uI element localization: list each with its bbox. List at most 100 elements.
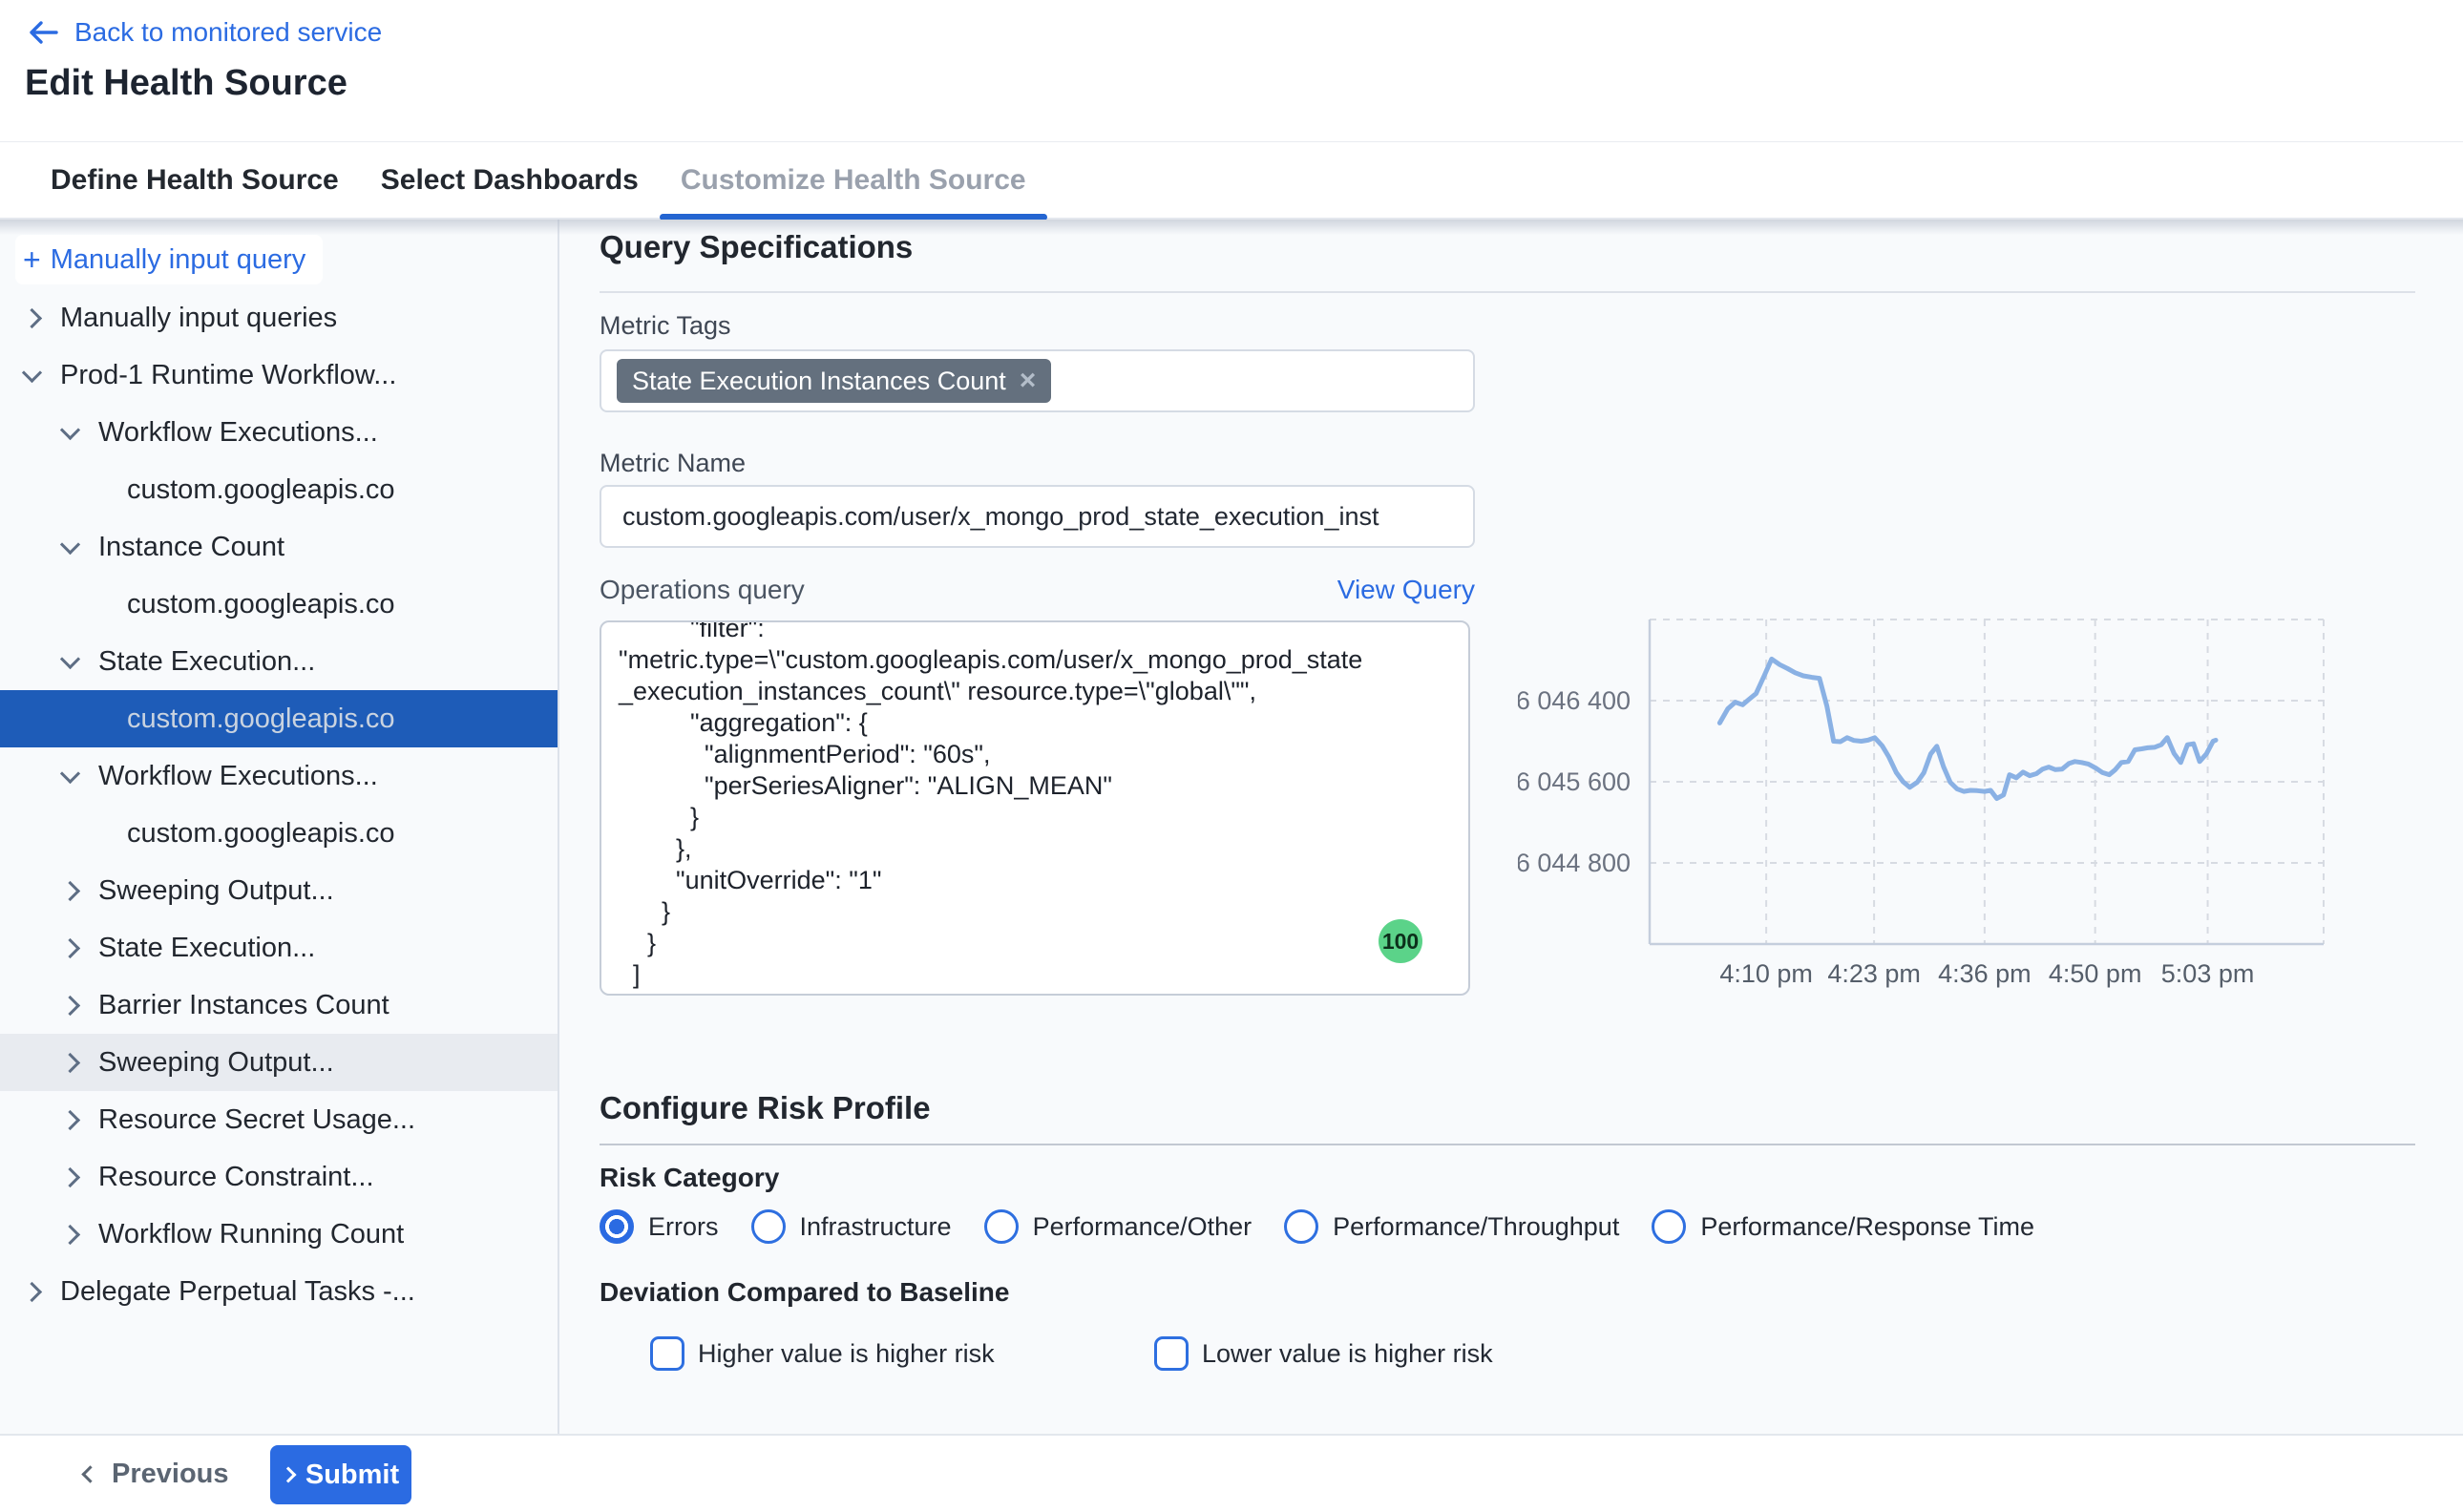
radio-label: Performance/Response Time <box>1700 1212 2034 1242</box>
wizard-tab-bar: Define Health SourceSelect DashboardsCus… <box>0 141 2463 220</box>
top-header: Back to monitored service Edit Health So… <box>0 0 2463 141</box>
tab-customize-health-source[interactable]: Customize Health Source <box>660 142 1047 219</box>
tree-item-label: Workflow Executions... <box>98 417 378 449</box>
svg-text:5:03 pm: 5:03 pm <box>2161 959 2255 988</box>
tree-item-delegate-perpetual-tasks[interactable]: Delegate Perpetual Tasks -... <box>0 1263 558 1320</box>
radio-selected-icon[interactable] <box>600 1209 634 1244</box>
add-manual-query-button[interactable]: + Manually input query <box>15 235 323 284</box>
configure-risk-profile-title: Configure Risk Profile <box>600 1090 931 1126</box>
checkbox-icon[interactable] <box>650 1336 684 1371</box>
tree-item-label: custom.googleapis.co <box>127 589 395 620</box>
checkbox-label: Lower value is higher risk <box>1202 1339 1493 1369</box>
tree-item-label: Instance Count <box>98 532 284 563</box>
svg-text:4:50 pm: 4:50 pm <box>2049 959 2142 988</box>
operations-query-editor[interactable]: "filter": "metric.type=\"custom.googleap… <box>600 620 1470 996</box>
chevron-down-icon[interactable] <box>60 648 80 668</box>
chevron-down-icon[interactable] <box>60 419 80 439</box>
submit-button[interactable]: Submit <box>270 1445 411 1504</box>
wizard-footer: Previous Submit <box>0 1434 2463 1512</box>
tree-item-label: Delegate Perpetual Tasks -... <box>60 1276 415 1308</box>
radio-label: Errors <box>648 1212 719 1242</box>
chevron-right-icon[interactable] <box>22 1281 42 1301</box>
chevron-right-icon[interactable] <box>60 880 80 900</box>
tree-item-label: Resource Secret Usage... <box>98 1104 415 1136</box>
add-manual-query-label: Manually input query <box>51 244 306 276</box>
radio-icon[interactable] <box>1652 1209 1686 1244</box>
view-query-link[interactable]: View Query <box>1337 575 1475 605</box>
chevron-right-icon[interactable] <box>60 1166 80 1186</box>
radio-icon[interactable] <box>751 1209 786 1244</box>
tree-item-label: State Execution... <box>98 646 315 678</box>
back-to-monitored-service-link[interactable]: Back to monitored service <box>27 17 382 48</box>
radio-errors[interactable]: Errors <box>600 1209 719 1244</box>
metric-tags-input[interactable]: State Execution Instances Count × <box>600 349 1475 412</box>
radio-infrastructure[interactable]: Infrastructure <box>751 1209 952 1244</box>
page-title: Edit Health Source <box>25 63 347 104</box>
chevron-left-icon <box>81 1465 98 1482</box>
tree-item-instance-count[interactable]: Instance Count <box>0 518 558 576</box>
radio-performance-response-time[interactable]: Performance/Response Time <box>1652 1209 2034 1244</box>
chevron-down-icon[interactable] <box>22 362 42 382</box>
tree-item-label: Sweeping Output... <box>98 1047 334 1079</box>
checkbox-lower-value-is-higher-risk[interactable]: Lower value is higher risk <box>1154 1334 1493 1373</box>
metric-tag-chip-label: State Execution Instances Count <box>632 367 1006 396</box>
chevron-right-icon[interactable] <box>60 1109 80 1129</box>
radio-performance-other[interactable]: Performance/Other <box>984 1209 1253 1244</box>
tree-item-custom-googleapis-co[interactable]: custom.googleapis.co <box>0 805 558 862</box>
tree-item-custom-googleapis-co[interactable]: custom.googleapis.co <box>0 576 558 633</box>
chevron-down-icon[interactable] <box>60 763 80 783</box>
tree-item-workflow-executions[interactable]: Workflow Executions... <box>0 747 558 805</box>
metric-tags-label: Metric Tags <box>600 311 731 341</box>
deviation-label: Deviation Compared to Baseline <box>600 1277 1009 1308</box>
radio-label: Performance/Other <box>1033 1212 1253 1242</box>
chevron-right-icon[interactable] <box>60 937 80 957</box>
tree-item-label: State Execution... <box>98 933 315 964</box>
tree-item-prod-1-runtime-workflow[interactable]: Prod-1 Runtime Workflow... <box>0 346 558 404</box>
tree-item-label: custom.googleapis.co <box>127 704 395 735</box>
previous-button-label: Previous <box>112 1459 229 1490</box>
query-score-badge: 100 <box>1379 919 1422 963</box>
operations-query-code: "filter": "metric.type=\"custom.googleap… <box>619 620 1451 996</box>
svg-text:4:36 pm: 4:36 pm <box>1938 959 2031 988</box>
tree-item-barrier-instances-count[interactable]: Barrier Instances Count <box>0 976 558 1034</box>
radio-icon[interactable] <box>984 1209 1019 1244</box>
radio-icon[interactable] <box>1284 1209 1318 1244</box>
chevron-right-icon[interactable] <box>60 1224 80 1244</box>
metric-name-input[interactable] <box>600 485 1475 548</box>
tree-item-manually-input-queries[interactable]: Manually input queries <box>0 289 558 346</box>
metric-tree: Manually input queries Prod-1 Runtime Wor… <box>0 289 558 1320</box>
tree-item-sweeping-output[interactable]: Sweeping Output... <box>0 862 558 919</box>
section-divider <box>600 291 2415 293</box>
tree-item-label: Manually input queries <box>60 303 337 334</box>
radio-performance-throughput[interactable]: Performance/Throughput <box>1284 1209 1619 1244</box>
tree-item-label: Workflow Executions... <box>98 761 378 792</box>
tree-item-resource-secret-usage[interactable]: Resource Secret Usage... <box>0 1091 558 1148</box>
chevron-right-icon[interactable] <box>22 307 42 327</box>
svg-text:4:23 pm: 4:23 pm <box>1827 959 1921 988</box>
back-arrow-icon <box>27 20 59 45</box>
risk-category-label: Risk Category <box>600 1163 779 1193</box>
chevron-down-icon[interactable] <box>60 534 80 554</box>
checkbox-icon[interactable] <box>1154 1336 1189 1371</box>
tree-item-workflow-executions[interactable]: Workflow Executions... <box>0 404 558 461</box>
tree-item-resource-constraint[interactable]: Resource Constraint... <box>0 1148 558 1206</box>
tree-item-custom-googleapis-co[interactable]: custom.googleapis.co <box>0 690 558 747</box>
remove-tag-icon[interactable]: × <box>1020 367 1037 395</box>
plus-icon: + <box>23 242 41 278</box>
chevron-right-icon[interactable] <box>60 1052 80 1072</box>
tab-select-dashboards[interactable]: Select Dashboards <box>360 142 660 219</box>
checkbox-higher-value-is-higher-risk[interactable]: Higher value is higher risk <box>650 1334 995 1373</box>
tree-item-state-execution[interactable]: State Execution... <box>0 919 558 976</box>
radio-label: Infrastructure <box>800 1212 952 1242</box>
tab-define-health-source[interactable]: Define Health Source <box>30 142 360 219</box>
previous-button[interactable]: Previous <box>84 1436 229 1512</box>
tree-item-custom-googleapis-co[interactable]: custom.googleapis.co <box>0 461 558 518</box>
tree-item-sweeping-output[interactable]: Sweeping Output... <box>0 1034 558 1091</box>
chevron-right-icon[interactable] <box>60 995 80 1015</box>
operations-query-row: Operations query View Query <box>600 575 1475 605</box>
svg-text:4:10 pm: 4:10 pm <box>1719 959 1813 988</box>
tree-item-state-execution[interactable]: State Execution... <box>0 633 558 690</box>
tree-item-label: Prod-1 Runtime Workflow... <box>60 360 396 391</box>
tree-item-workflow-running-count[interactable]: Workflow Running Count <box>0 1206 558 1263</box>
risk-category-options: Errors Infrastructure Performance/Other Per… <box>600 1208 2034 1246</box>
